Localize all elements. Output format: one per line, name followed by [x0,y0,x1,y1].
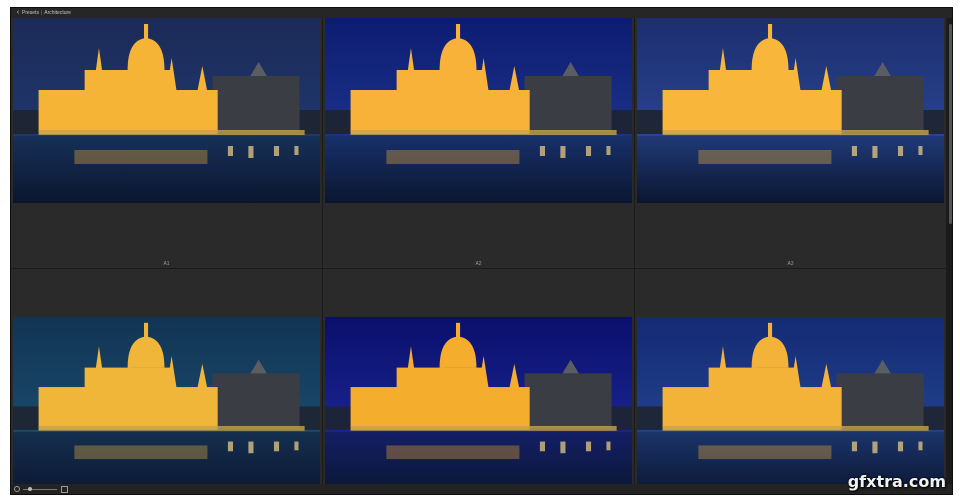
preset-preview-image [13,317,320,494]
breadcrumb-presets[interactable]: Presets [22,10,39,16]
zoom-out-icon[interactable] [14,486,20,492]
preset-tile-a6[interactable] [635,269,947,494]
zoom-in-icon[interactable] [61,485,68,493]
preset-grid: A1 A2 A3 [11,18,948,494]
preset-preview-image [325,317,632,494]
thumbnail-size-slider[interactable] [23,486,57,491]
app-window: ‹ Presets | Architecture A1 A2 A3 [10,7,953,495]
breadcrumb-separator: | [40,10,43,16]
slider-knob[interactable] [27,486,32,491]
preset-tile-a3[interactable]: A3 [635,18,947,269]
preset-preview-image [637,18,944,203]
preset-preview-image [637,317,944,494]
bottom-bar [11,484,952,494]
preset-preview-image [13,18,320,203]
preset-preview-image [325,18,632,203]
back-chevron-icon[interactable]: ‹ [14,8,22,18]
breadcrumb-architecture[interactable]: Architecture [44,10,71,16]
scrollbar-thumb[interactable] [948,24,952,224]
preset-label: A3 [787,261,794,267]
preset-label: A2 [475,261,482,267]
preset-tile-a4[interactable] [11,269,323,494]
preset-tile-a1[interactable]: A1 [11,18,323,269]
vertical-scrollbar[interactable] [948,18,952,494]
top-bar: ‹ Presets | Architecture [11,8,952,18]
preset-tile-a5[interactable] [323,269,635,494]
preset-tile-a2[interactable]: A2 [323,18,635,269]
preset-label: A1 [163,261,170,267]
watermark-text: gfxtra.com [847,472,946,491]
